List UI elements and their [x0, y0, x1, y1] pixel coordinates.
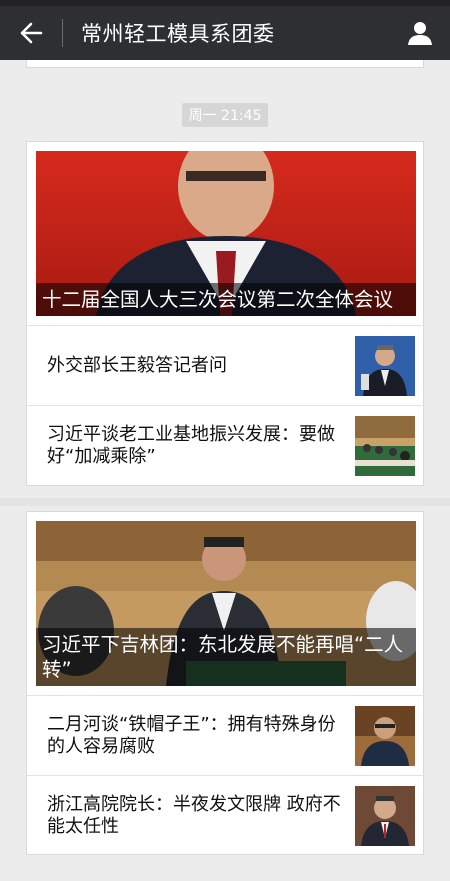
previous-card-edge [26, 60, 424, 68]
article-thumbnail [355, 416, 415, 476]
article-title: 习近平谈老工业基地振兴发展：要做好“加减乘除” [47, 424, 335, 467]
list-item[interactable]: 二月河谈“铁帽子王”：拥有特殊身份的人容易腐败 [27, 695, 425, 775]
article-thumbnail [355, 786, 415, 846]
article-title: 浙江高院院长：半夜发文限牌 政府不能太任性 [47, 794, 341, 837]
news-card: 习近平下吉林团：东北发展不能再唱“二人转” 二月河谈“铁帽子王”：拥有特殊身份的… [26, 511, 425, 855]
article-thumbnail [355, 336, 415, 396]
article-title: 二月河谈“铁帽子王”：拥有特殊身份的人容易腐败 [47, 714, 336, 757]
profile-button[interactable] [390, 6, 450, 60]
article-title: 外交部长王毅答记者问 [47, 355, 227, 376]
person-icon [408, 22, 432, 45]
hero-article[interactable]: 习近平下吉林团：东北发展不能再唱“二人转” [36, 521, 416, 686]
list-item[interactable]: 外交部长王毅答记者问 [27, 325, 425, 405]
back-arrow-icon [20, 22, 43, 44]
news-card: 十二届全国人大三次会议第二次全体会议 外交部长王毅答记者问 习近平谈老工业基地振… [26, 141, 425, 486]
hero-caption: 习近平下吉林团：东北发展不能再唱“二人转” [36, 628, 416, 686]
back-button[interactable] [0, 6, 62, 60]
message-timestamp: 周一 21:45 [182, 103, 268, 127]
article-thumbnail [355, 706, 415, 766]
list-item[interactable]: 浙江高院院长：半夜发文限牌 政府不能太任性 [27, 775, 425, 855]
section-gap [0, 498, 450, 506]
list-item[interactable]: 习近平谈老工业基地振兴发展：要做好“加减乘除” [27, 405, 425, 485]
hero-caption: 十二届全国人大三次会议第二次全体会议 [36, 283, 416, 316]
header-divider [62, 19, 63, 47]
hero-article[interactable]: 十二届全国人大三次会议第二次全体会议 [36, 151, 416, 316]
page-title: 常州轻工模具系团委 [81, 22, 275, 46]
top-bar: 常州轻工模具系团委 [0, 0, 450, 60]
